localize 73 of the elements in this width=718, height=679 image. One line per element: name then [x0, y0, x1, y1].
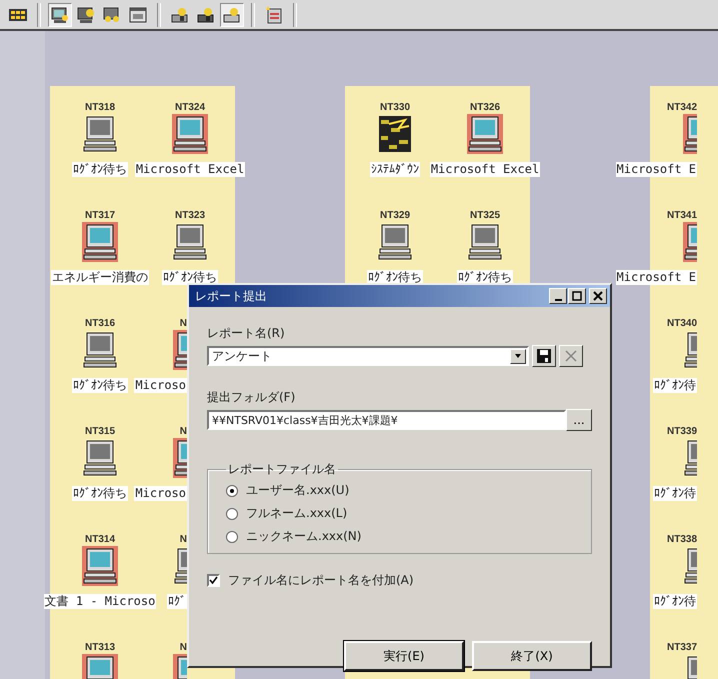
computer-name: N — [180, 641, 187, 654]
status-label: Microso — [134, 378, 187, 393]
status-label: Microsoft E — [616, 162, 697, 177]
window-icon — [128, 4, 148, 24]
computer-name: NT330 — [380, 101, 410, 114]
field-label: 提出フォルダ(F) — [207, 389, 296, 406]
computer-name: NT340 — [666, 317, 697, 330]
status-label: ﾛｸﾞｵﾝ待ち — [72, 162, 128, 177]
status-label: Microsoft Excel — [134, 162, 246, 177]
group-legend: レポートファイル名 — [226, 461, 338, 478]
maximize-button[interactable] — [568, 288, 586, 304]
close-icon — [593, 291, 603, 301]
computer-name: NT314 — [84, 533, 115, 546]
maximize-icon — [572, 291, 582, 301]
computer-name: NT323 — [174, 209, 205, 222]
status-label: ﾛｸﾞｵﾝ待 — [653, 486, 697, 501]
computer-name: NT317 — [84, 209, 115, 222]
check-icon — [209, 576, 218, 585]
status-label: ｼｽﾃﾑﾀﾞｳﾝ — [370, 162, 420, 177]
computer-name: NT329 — [380, 209, 410, 222]
computer-name: NT316 — [84, 317, 115, 330]
status-label: 文書 1 - Microso — [44, 594, 156, 609]
status-label: ﾛｸﾞｵﾝ待ち — [162, 270, 218, 285]
folder-path-field[interactable]: ¥¥NTSRV01¥class¥吉田光太¥課題¥ — [207, 410, 566, 430]
browse-button[interactable]: ... — [566, 409, 592, 431]
status-label: Microsoft Excel — [430, 162, 540, 177]
status-label: エネルギー消費の — [51, 270, 149, 285]
radio-label: フルネーム.xxx(L) — [246, 505, 348, 522]
computer-name: NT324 — [174, 101, 205, 114]
computer-name: NT318 — [84, 101, 115, 114]
checkbox[interactable] — [207, 574, 220, 587]
status-label: ﾛｸﾞ — [167, 594, 187, 609]
computer-name: NT342 — [666, 101, 697, 114]
computer-name: NT339 — [666, 425, 697, 438]
computer-name: NT315 — [84, 425, 115, 438]
checkbox-label: ファイル名にレポート名を付加(A) — [228, 572, 414, 589]
status-label: ﾛｸﾞｵﾝ待 — [653, 594, 697, 609]
computer-name: N — [180, 533, 187, 546]
exit-button[interactable]: 終了(X) — [472, 641, 592, 671]
close-button[interactable] — [589, 288, 607, 304]
report-name-combobox[interactable]: アンケート — [207, 346, 529, 366]
status-label: ﾛｸﾞｵﾝ待ち — [72, 486, 128, 501]
radio-button[interactable] — [226, 484, 238, 496]
minimize-button[interactable] — [549, 288, 567, 304]
status-label: Microso — [134, 486, 187, 501]
status-label: ﾛｸﾞｵﾝ待 — [653, 378, 697, 393]
dialog-title: レポート提出 — [195, 288, 268, 304]
document-icon — [264, 4, 284, 24]
close-icon — [564, 349, 578, 363]
status-label: ﾛｸﾞｵﾝ待ち — [72, 378, 128, 393]
status-label: Microsoft E — [616, 270, 697, 285]
computer-name: NT341 — [666, 209, 697, 222]
computer-name: N — [180, 425, 187, 438]
computer-name: NT337 — [666, 641, 697, 654]
computer-name: NT325 — [470, 209, 500, 222]
run-button[interactable]: 実行(E) — [344, 641, 464, 671]
monitor-icon — [50, 4, 70, 24]
save-button[interactable] — [532, 345, 556, 367]
radio-button[interactable] — [226, 508, 238, 520]
toolbar-button[interactable] — [220, 2, 244, 26]
minimize-icon — [554, 298, 562, 300]
computer-name: NT338 — [666, 533, 697, 546]
radio-button[interactable] — [226, 530, 238, 542]
radio-label: ニックネーム.xxx(N) — [246, 528, 362, 545]
monitor-icon — [102, 4, 122, 24]
computer-name: NT313 — [84, 641, 115, 654]
radio-label: ユーザー名.xxx(U) — [246, 482, 350, 499]
field-label: レポート名(R) — [207, 325, 286, 342]
caret-icon — [514, 352, 522, 360]
toolbar-button[interactable] — [48, 2, 72, 26]
computer-name: NT326 — [470, 101, 500, 114]
monitor-icon — [76, 4, 96, 24]
computer-name: N — [180, 317, 187, 330]
